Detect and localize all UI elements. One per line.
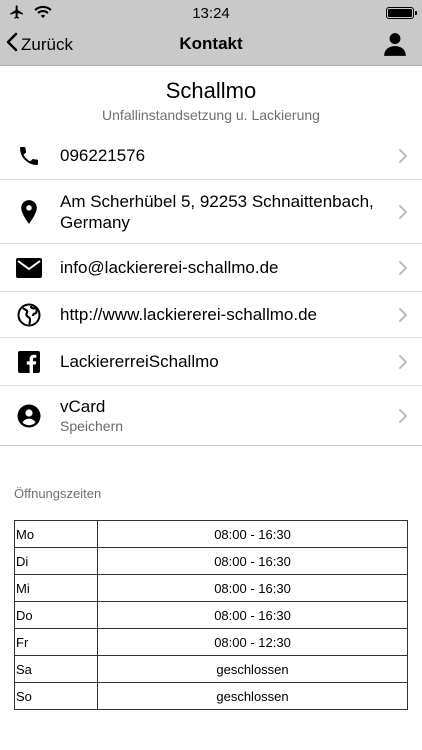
day-cell: So (14, 682, 98, 710)
time-cell: 08:00 - 16:30 (97, 547, 408, 575)
contact-row-email[interactable]: info@lackiererei-schallmo.de (0, 244, 422, 292)
person-icon (382, 33, 408, 61)
mail-icon (16, 255, 42, 281)
chevron-right-icon (398, 204, 408, 225)
contact-row-facebook[interactable]: LackiererreiSchallmo (0, 338, 422, 386)
time-cell: geschlossen (97, 682, 408, 710)
company-name: Schallmo (165, 78, 257, 103)
globe-icon (16, 302, 42, 328)
chevron-right-icon (398, 260, 408, 281)
status-bar: 13:24 (0, 0, 422, 26)
day-cell: Do (14, 601, 98, 629)
table-row: Sa geschlossen (14, 655, 408, 683)
company-header: Schallmo Unfallinstandsetzung u. Lackier… (0, 66, 422, 132)
time-cell: 08:00 - 16:30 (97, 520, 408, 548)
chevron-right-icon (398, 354, 408, 375)
status-time: 13:24 (192, 5, 230, 22)
battery-icon (386, 7, 417, 19)
opening-hours-label: Öffnungszeiten (14, 486, 102, 501)
vcard-label: vCard (60, 397, 106, 416)
contact-text: Am Scherhübel 5, 92253 Schnaittenbach, G… (60, 191, 374, 232)
time-cell: 08:00 - 16:30 (97, 601, 408, 629)
day-cell: Mi (14, 574, 98, 602)
chevron-right-icon (398, 148, 408, 169)
page-title: Kontakt (179, 34, 243, 53)
chevron-right-icon (398, 307, 408, 328)
time-cell: 08:00 - 16:30 (97, 574, 408, 602)
opening-hours-table: Mo 08:00 - 16:30 Di 08:00 - 16:30 Mi 08:00 … (14, 520, 408, 710)
profile-button[interactable] (382, 31, 408, 62)
contact-list: 096221576 Am Scherhübel 5, 92253 Schnait… (0, 132, 422, 446)
table-row: Mo 08:00 - 16:30 (14, 520, 408, 548)
contact-row-phone[interactable]: 096221576 (0, 132, 422, 180)
table-row: Fr 08:00 - 12:30 (14, 628, 408, 656)
contact-row-address[interactable]: Am Scherhübel 5, 92253 Schnaittenbach, G… (0, 180, 422, 244)
navigation-bar: Zurück Kontakt (0, 26, 422, 66)
contact-row-vcard[interactable]: vCard Speichern (0, 386, 422, 446)
company-subtitle: Unfallinstandsetzung u. Lackierung (102, 107, 320, 123)
table-row: Do 08:00 - 16:30 (14, 601, 408, 629)
contact-text: 096221576 (60, 146, 146, 165)
facebook-icon (16, 349, 42, 375)
table-row: Di 08:00 - 16:30 (14, 547, 408, 575)
day-cell: Sa (14, 655, 98, 683)
contact-text: LackiererreiSchallmo (60, 352, 219, 371)
table-row: So geschlossen (14, 682, 408, 710)
time-cell: geschlossen (97, 655, 408, 683)
contact-row-website[interactable]: http://www.lackiererei-schallmo.de (0, 292, 422, 338)
time-cell: 08:00 - 12:30 (97, 628, 408, 656)
contact-text: vCard Speichern (60, 396, 123, 435)
day-cell: Fr (14, 628, 98, 656)
contact-text: http://www.lackiererei-schallmo.de (60, 305, 317, 324)
phone-icon (16, 143, 42, 169)
table-row: Mi 08:00 - 16:30 (14, 574, 408, 602)
day-cell: Mo (14, 520, 98, 548)
chevron-right-icon (398, 408, 408, 429)
user-circle-icon (16, 403, 42, 429)
location-pin-icon (16, 199, 42, 225)
day-cell: Di (14, 547, 98, 575)
contact-text: info@lackiererei-schallmo.de (60, 258, 279, 277)
vcard-sublabel: Speichern (60, 418, 124, 434)
